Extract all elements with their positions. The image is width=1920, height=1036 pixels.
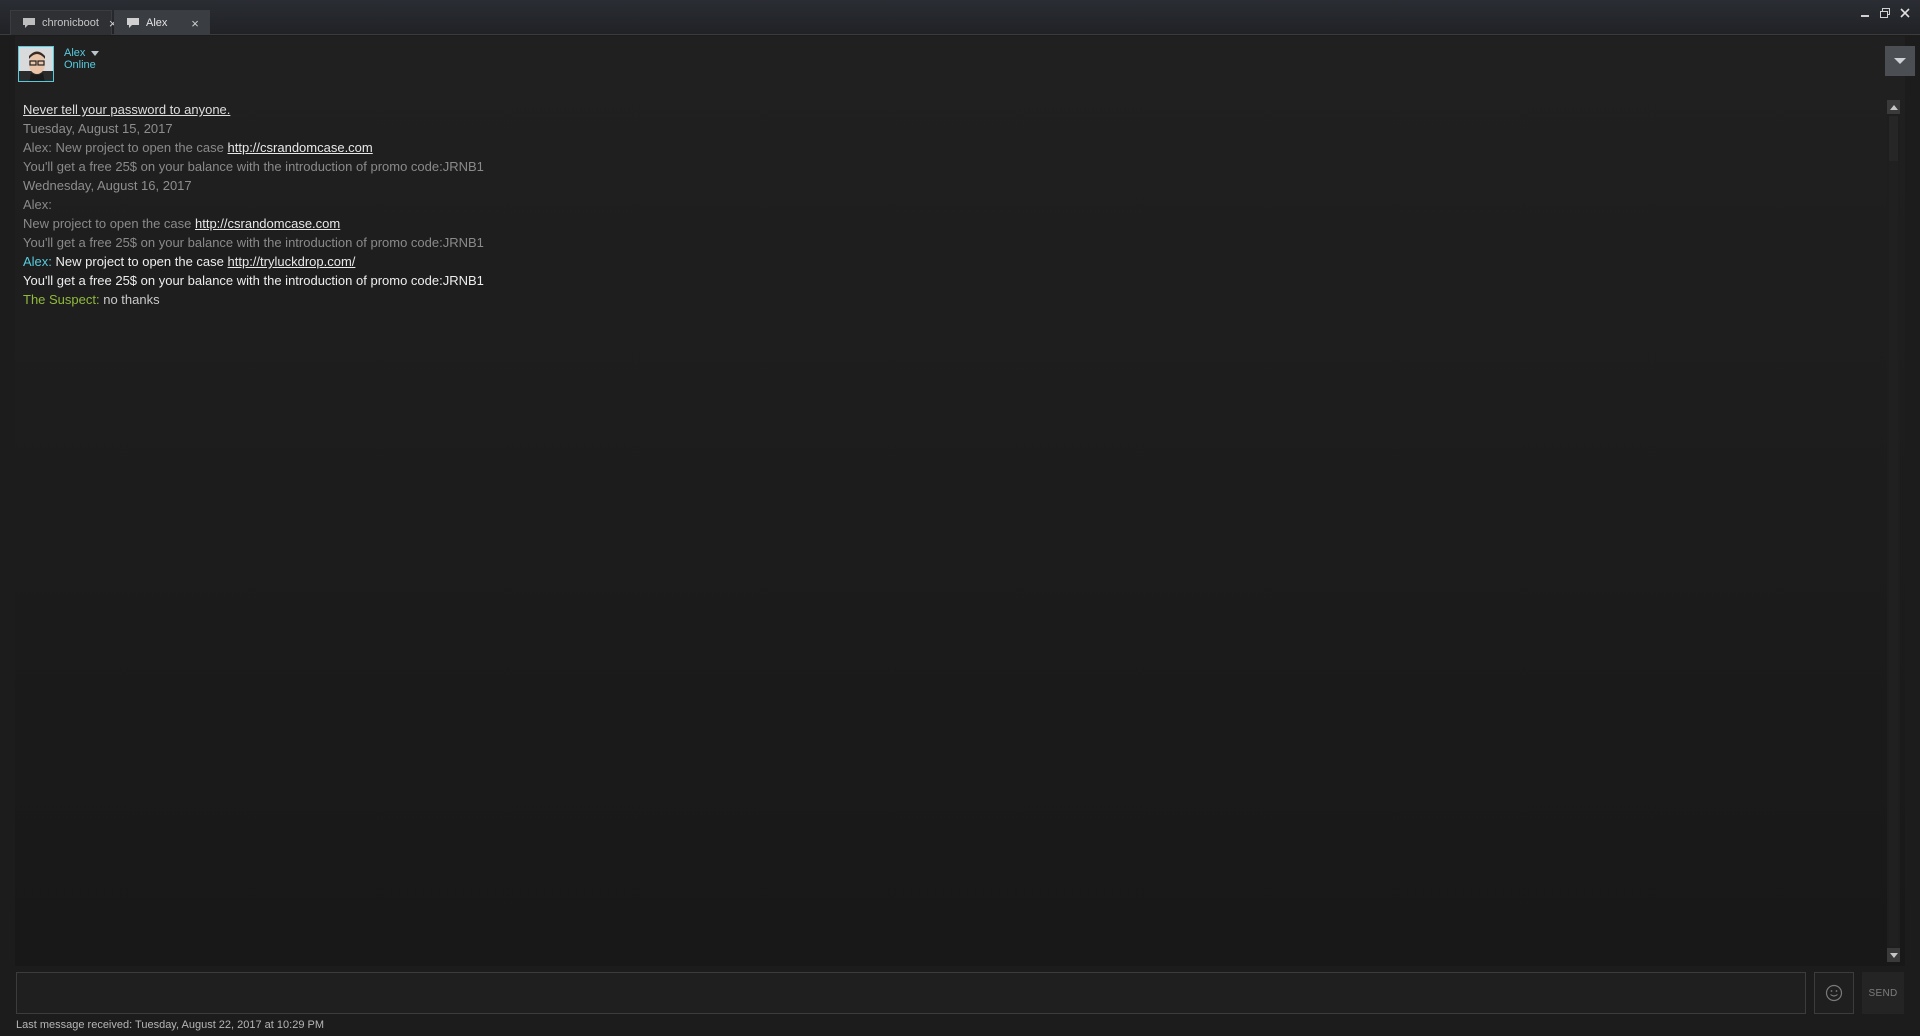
last-message-status: Last message received: Tuesday, August 2… [16,1019,324,1031]
list-item: You'll get a free 25$ on your balance wi… [23,235,484,250]
send-button[interactable]: SEND [1862,972,1904,1014]
scroll-up-icon[interactable] [1887,100,1900,114]
friend-status: Online [64,59,96,71]
security-warning: Never tell your password to anyone. [23,102,231,117]
date-separator: Tuesday, August 15, 2017 [23,121,173,136]
scroll-thumb[interactable] [1889,116,1898,161]
message-text: New project to open the case [51,254,228,269]
friend-name-dropdown[interactable]: Alex [64,47,100,59]
tab-label: Alex [146,17,168,29]
close-icon[interactable]: × [189,17,201,30]
list-item: You'll get a free 25$ on your balance wi… [23,273,484,288]
dropdown-caret-icon [91,50,100,56]
chat-bubble-icon [23,18,35,28]
message-text: New project to open the case [51,140,228,155]
chat-scrollbar[interactable] [1887,100,1900,962]
list-item: Never tell your password to anyone. [23,100,1883,119]
chat-log: Never tell your password to anyone. Tues… [23,100,1883,960]
message-link[interactable]: http://tryluckdrop.com/ [228,254,356,269]
close-window-icon[interactable] [1898,6,1912,20]
message-text: no thanks [99,292,160,307]
emoticon-button[interactable] [1814,972,1854,1014]
friend-name: Alex [64,47,86,59]
window-controls [1858,6,1912,20]
minimize-icon[interactable] [1858,6,1872,20]
chat-bubble-icon [127,18,139,28]
emoticon-icon [1825,984,1843,1002]
chat-header: Alex Online [15,36,1915,88]
message-sender: Alex: [23,140,52,155]
message-text: New project to open the case [23,216,195,231]
title-bar: chronicboot × Alex × [0,0,1920,35]
list-item: You'll get a free 25$ on your balance wi… [23,159,484,174]
message-sender: Alex: [23,254,52,269]
tab-label: chronicboot [42,17,99,29]
list-item: The Suspect: no thanks [23,290,1883,309]
chat-panel: Alex Online Never tell your password to … [15,36,1915,966]
list-item: Alex: New project to open the case http:… [23,138,1883,157]
list-item: Alex: New project to open the case http:… [23,252,1883,271]
message-link[interactable]: http://csrandomcase.com [228,140,373,155]
chevron-down-icon [1894,58,1906,64]
options-dropdown-button[interactable] [1885,46,1915,76]
message-link[interactable]: http://csrandomcase.com [195,216,340,231]
scroll-down-icon[interactable] [1887,948,1900,962]
tab-chronicboot[interactable]: chronicboot × [10,10,116,35]
tab-alex[interactable]: Alex × [114,10,210,35]
message-sender: Alex: [23,197,52,212]
list-item: New project to open the case http://csra… [23,214,1883,233]
avatar[interactable] [18,46,54,82]
maximize-icon[interactable] [1878,6,1892,20]
message-sender: The Suspect: [23,292,100,307]
message-input[interactable] [16,972,1806,1014]
date-separator: Wednesday, August 16, 2017 [23,178,192,193]
scroll-track[interactable] [1889,116,1898,946]
